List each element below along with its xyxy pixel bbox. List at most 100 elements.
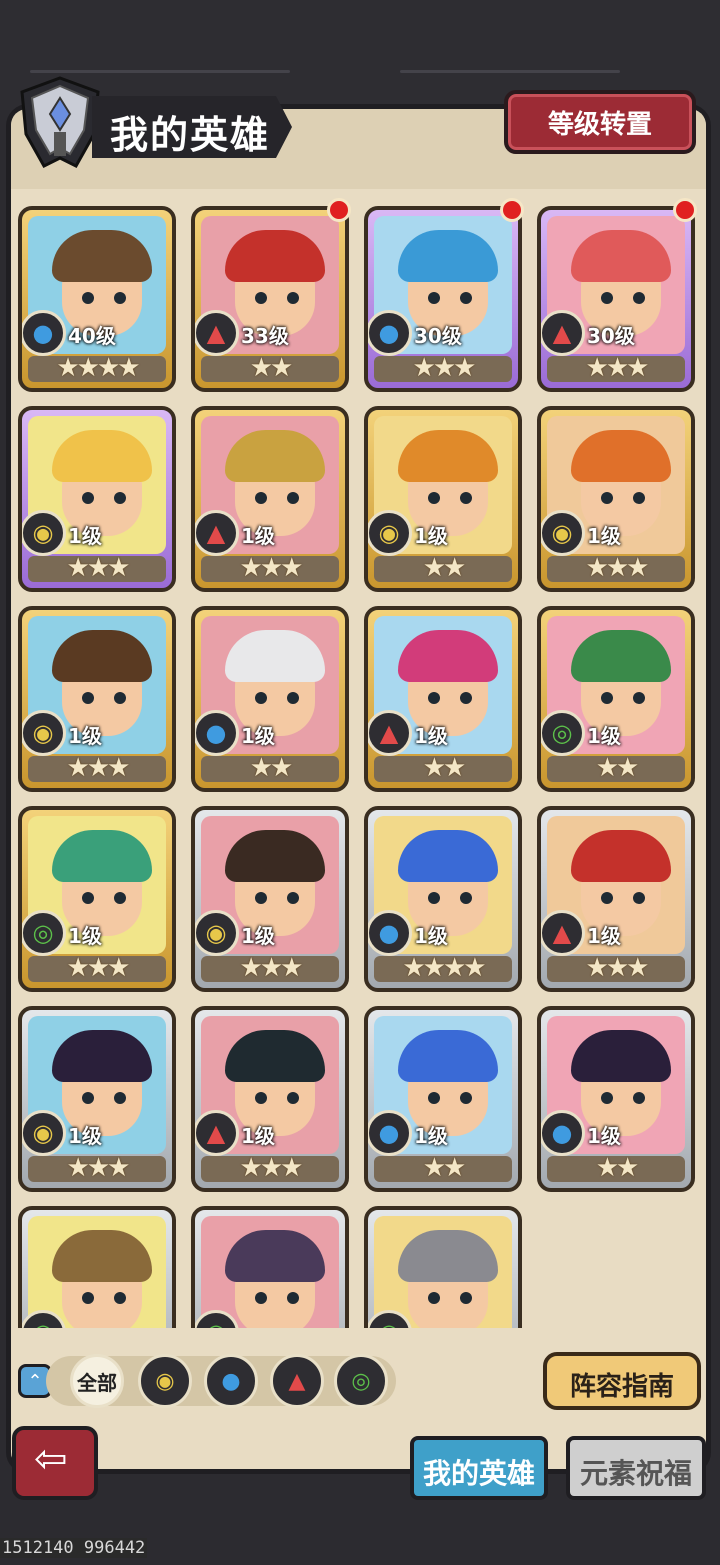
notification-dot bbox=[327, 198, 351, 222]
hero-hair bbox=[398, 1030, 498, 1082]
hero-eye bbox=[82, 892, 94, 904]
hero-eye bbox=[633, 892, 645, 904]
hero-eye bbox=[114, 492, 126, 504]
hero-card[interactable]: ★★★ ▲ 30级 bbox=[537, 206, 695, 392]
hero-card[interactable]: ★★★ ◎ 1级 bbox=[18, 806, 176, 992]
hero-card[interactable]: ★★ ◎ 1级 bbox=[537, 606, 695, 792]
earth-element-icon: ◉ bbox=[22, 710, 66, 756]
hero-eye bbox=[82, 292, 94, 304]
level-reset-button[interactable]: 等级转置 bbox=[504, 90, 696, 154]
hero-eye bbox=[255, 1092, 267, 1104]
hero-card[interactable]: ★★★★ ● 1级 bbox=[364, 806, 522, 992]
hero-card[interactable]: ★★ ● 1级 bbox=[191, 606, 349, 792]
hero-eye bbox=[255, 292, 267, 304]
hero-level: 1级 bbox=[587, 724, 621, 748]
hero-card[interactable]: ★★ ◉ 1级 bbox=[364, 406, 522, 592]
back-button[interactable]: ⇦ bbox=[12, 1426, 98, 1500]
hero-card[interactable]: ★★★ ◉ 1级 bbox=[18, 1006, 176, 1192]
hero-card[interactable]: ★★★ ● 30级 bbox=[364, 206, 522, 392]
hero-hair bbox=[52, 430, 152, 482]
tab-element-blessing[interactable]: 元素祝福 bbox=[566, 1436, 706, 1500]
hero-hair bbox=[571, 830, 671, 882]
hero-eye bbox=[287, 692, 299, 704]
hero-card[interactable]: ◎ bbox=[191, 1206, 349, 1328]
hero-level: 1级 bbox=[241, 524, 275, 548]
hero-eye bbox=[601, 1092, 613, 1104]
hero-eye bbox=[633, 492, 645, 504]
footer-id: 1512140 996442 bbox=[0, 1538, 148, 1558]
filter-all-button[interactable]: 全部 bbox=[70, 1354, 124, 1408]
filter-wind-button[interactable]: ◎ bbox=[334, 1354, 388, 1408]
hero-card[interactable]: ★★★ ◉ 1级 bbox=[18, 606, 176, 792]
hero-eye bbox=[287, 492, 299, 504]
hero-eye bbox=[601, 292, 613, 304]
notification-dot bbox=[673, 198, 697, 222]
filter-earth-button[interactable]: ◉ bbox=[138, 1354, 192, 1408]
hero-hair bbox=[398, 1230, 498, 1282]
earth-element-icon: ◉ bbox=[22, 1110, 66, 1156]
hero-level: 1级 bbox=[241, 724, 275, 748]
hero-eye bbox=[460, 692, 472, 704]
fire-element-icon: ▲ bbox=[541, 310, 585, 356]
deco-line bbox=[400, 70, 620, 73]
hero-stars: ★★ bbox=[595, 1153, 640, 1183]
hero-card[interactable]: ★★★ ◉ 1级 bbox=[537, 406, 695, 592]
hero-card[interactable]: ★★ ● 1级 bbox=[537, 1006, 695, 1192]
hero-stars: ★★ bbox=[595, 753, 640, 783]
hero-level: 1级 bbox=[414, 1124, 448, 1148]
hero-level: 1级 bbox=[241, 1124, 275, 1148]
hero-card[interactable]: ★★★ ▲ 1级 bbox=[191, 406, 349, 592]
hero-hair bbox=[398, 230, 498, 282]
hero-hair bbox=[225, 230, 325, 282]
hero-stars: ★★★ bbox=[239, 953, 304, 983]
hero-grid[interactable]: ★★★★ ● 40级 ★★ ▲ 33级 ★★★ ● 30级 ★★★ ▲ 30级 ★★★ ◉ 1级 ★★★ ▲ 1级… bbox=[18, 206, 702, 1328]
hero-eye bbox=[114, 292, 126, 304]
hero-eye bbox=[601, 892, 613, 904]
earth-element-icon: ◉ bbox=[368, 510, 412, 556]
hero-eye bbox=[428, 1092, 440, 1104]
hero-eye bbox=[428, 492, 440, 504]
hero-hair bbox=[398, 830, 498, 882]
hero-eye bbox=[460, 1092, 472, 1104]
hero-level: 1级 bbox=[68, 524, 102, 548]
hero-eye bbox=[428, 692, 440, 704]
hero-eye bbox=[114, 1292, 126, 1304]
hero-stars: ★★★ bbox=[585, 953, 650, 983]
hero-stars: ★★★ bbox=[585, 353, 650, 383]
fire-element-icon: ▲ bbox=[368, 710, 412, 756]
hero-eye bbox=[633, 1092, 645, 1104]
hero-eye bbox=[287, 892, 299, 904]
hero-eye bbox=[460, 892, 472, 904]
lineup-guide-button[interactable]: 阵容指南 bbox=[543, 1352, 701, 1410]
filter-fire-button[interactable]: ▲ bbox=[270, 1354, 324, 1408]
hero-level: 1级 bbox=[414, 724, 448, 748]
hero-card[interactable]: ◎ bbox=[18, 1206, 176, 1328]
hero-card[interactable]: ★★ ▲ 33级 bbox=[191, 206, 349, 392]
hero-stars: ★★★ bbox=[66, 1153, 131, 1183]
hero-card[interactable]: ★★★ ◉ 1级 bbox=[18, 406, 176, 592]
hero-level: 1级 bbox=[414, 924, 448, 948]
hero-card[interactable]: ◎ bbox=[364, 1206, 522, 1328]
hero-stars: ★★ bbox=[249, 353, 294, 383]
water-element-icon: ● bbox=[541, 1110, 585, 1156]
hero-hair bbox=[225, 1030, 325, 1082]
hero-hair bbox=[398, 630, 498, 682]
hero-level: 1级 bbox=[587, 1124, 621, 1148]
hero-card[interactable]: ★★★ ▲ 1级 bbox=[191, 1006, 349, 1192]
hero-card[interactable]: ★★ ▲ 1级 bbox=[364, 606, 522, 792]
filter-water-button[interactable]: ● bbox=[204, 1354, 258, 1408]
hero-hair bbox=[52, 630, 152, 682]
hero-card[interactable]: ★★★ ▲ 1级 bbox=[537, 806, 695, 992]
hero-eye bbox=[114, 892, 126, 904]
hero-hair bbox=[225, 1230, 325, 1282]
tab-my-heroes[interactable]: 我的英雄 bbox=[410, 1436, 548, 1500]
hero-card[interactable]: ★★★ ◉ 1级 bbox=[191, 806, 349, 992]
wind-element-icon: ◎ bbox=[22, 910, 66, 956]
hero-stars: ★★★ bbox=[585, 553, 650, 583]
hero-card[interactable]: ★★ ● 1级 bbox=[364, 1006, 522, 1192]
hero-eye bbox=[82, 1092, 94, 1104]
fire-element-icon: ▲ bbox=[195, 510, 239, 556]
hero-card[interactable]: ★★★★ ● 40级 bbox=[18, 206, 176, 392]
hero-hair bbox=[52, 1030, 152, 1082]
fire-element-icon: ▲ bbox=[195, 310, 239, 356]
